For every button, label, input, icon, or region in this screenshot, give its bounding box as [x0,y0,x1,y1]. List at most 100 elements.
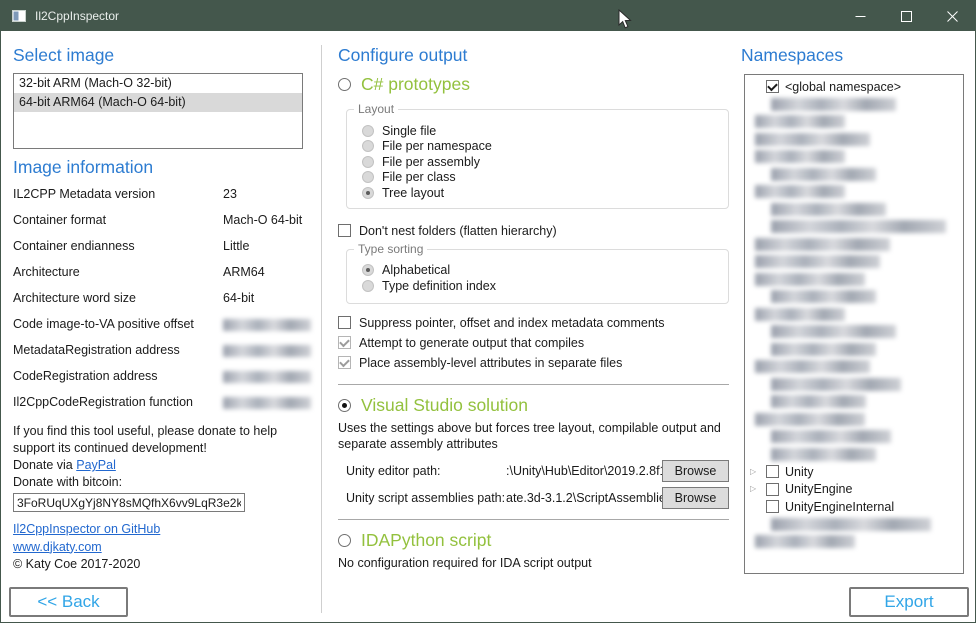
namespace-row[interactable] [745,236,963,254]
maximize-icon [901,11,912,22]
bitcoin-address-input[interactable] [13,493,245,512]
visual-studio-radio-row[interactable]: Visual Studio solution [338,394,730,418]
layout-option-radio[interactable] [362,125,374,137]
namespace-label: <global namespace> [785,80,901,94]
namespace-row[interactable] [745,393,963,411]
namespace-row[interactable] [745,201,963,219]
namespaces-list[interactable]: <global namespace> ▷Unity▷UnityEngineUnit… [744,74,964,574]
namespace-row[interactable] [745,96,963,114]
maximize-button[interactable] [883,1,929,31]
csharp-prototypes-radio[interactable] [338,78,351,91]
unity-script-assemblies-browse-button[interactable]: Browse [662,487,729,509]
output-option-checkbox[interactable] [338,336,351,349]
type-sorting-option-label: Alphabetical [382,263,450,277]
type-sorting-option-row[interactable]: Type definition index [362,278,728,294]
image-list[interactable]: 32-bit ARM (Mach-O 32-bit)64-bit ARM64 (… [13,73,303,149]
output-option-checkbox-row[interactable]: Place assembly-level attributes in separ… [338,353,730,373]
website-link[interactable]: www.djkaty.com [13,540,102,554]
redacted-namespace [755,185,845,198]
output-option-checkbox[interactable] [338,316,351,329]
layout-option-row[interactable]: File per namespace [362,139,728,155]
csharp-prototypes-radio-row[interactable]: C# prototypes [338,72,730,96]
csharp-prototypes-label: C# prototypes [361,74,470,95]
namespace-row[interactable] [745,323,963,341]
namespace-row[interactable] [745,411,963,429]
namespace-row[interactable] [745,446,963,464]
namespace-row[interactable]: <global namespace> [745,78,963,96]
redacted-namespace [755,133,870,146]
namespace-row[interactable]: ▷UnityEngine [745,481,963,499]
redacted-value [223,345,311,357]
namespace-checkbox[interactable] [766,500,779,513]
back-button[interactable]: << Back [9,587,128,617]
namespace-row[interactable] [745,253,963,271]
output-option-checkbox-row[interactable]: Suppress pointer, offset and index metad… [338,313,730,333]
layout-option-radio[interactable] [362,171,374,183]
output-option-checkbox-row[interactable]: Attempt to generate output that compiles [338,333,730,353]
namespaces-heading: Namespaces [741,45,971,66]
namespace-row[interactable] [745,533,963,551]
type-sorting-groupbox: Type sorting AlphabeticalType definition… [346,249,729,304]
namespace-row[interactable] [745,148,963,166]
layout-option-radio[interactable] [362,156,374,168]
output-option-checkbox[interactable] [338,356,351,369]
dont-nest-checkbox[interactable] [338,224,351,237]
namespace-row[interactable] [745,113,963,131]
namespace-row[interactable]: ▷Unity [745,463,963,481]
namespace-row[interactable]: UnityEngineInternal [745,498,963,516]
unity-editor-path-label: Unity editor path: [346,464,506,478]
layout-option-radio[interactable] [362,187,374,199]
redacted-namespace [771,290,876,303]
type-sorting-option-radio[interactable] [362,264,374,276]
section-divider [338,384,729,385]
donate-via-prefix: Donate via [13,458,76,472]
redacted-namespace [755,308,845,321]
namespace-row[interactable] [745,271,963,289]
close-button[interactable] [929,1,975,31]
namespace-row[interactable] [745,166,963,184]
namespace-row[interactable] [745,288,963,306]
unity-script-assemblies-path-value[interactable]: ate.3d-3.1.2\ScriptAssemblies [506,491,662,505]
namespace-row[interactable] [745,218,963,236]
namespace-row[interactable] [745,428,963,446]
dont-nest-checkbox-row[interactable]: Don't nest folders (flatten hierarchy) [338,222,730,240]
namespace-checkbox[interactable] [766,483,779,496]
image-list-item[interactable]: 32-bit ARM (Mach-O 32-bit) [14,74,302,93]
namespace-row[interactable] [745,358,963,376]
namespace-row[interactable] [745,516,963,534]
unity-editor-browse-button[interactable]: Browse [662,460,729,482]
layout-option-row[interactable]: Tree layout [362,185,728,201]
layout-option-row[interactable]: Single file [362,123,728,139]
unity-editor-path-value[interactable]: :\Unity\Hub\Editor\2019.2.8f1 [506,464,662,478]
namespace-checkbox[interactable] [766,80,779,93]
window-title: Il2CppInspector [35,9,119,23]
layout-option-row[interactable]: File per class [362,170,728,186]
image-list-item[interactable]: 64-bit ARM64 (Mach-O 64-bit) [14,93,302,112]
namespace-row[interactable] [745,376,963,394]
minimize-button[interactable] [837,1,883,31]
layout-option-row[interactable]: File per assembly [362,154,728,170]
namespace-row[interactable] [745,306,963,324]
redacted-namespace [771,430,891,443]
redacted-namespace [771,518,931,531]
visual-studio-radio[interactable] [338,399,351,412]
namespace-row[interactable] [745,341,963,359]
type-sorting-option-row[interactable]: Alphabetical [362,263,728,279]
namespace-row[interactable] [745,131,963,149]
expander-icon[interactable]: ▷ [750,483,762,495]
type-sorting-option-radio[interactable] [362,280,374,292]
paypal-link[interactable]: PayPal [76,458,116,472]
redacted-namespace [771,378,901,391]
info-row: ArchitectureARM64 [13,262,313,288]
namespace-row[interactable] [745,183,963,201]
export-button[interactable]: Export [849,587,969,617]
idapython-radio[interactable] [338,534,351,547]
idapython-radio-row[interactable]: IDAPython script [338,529,730,553]
expander-icon[interactable]: ▷ [750,466,762,478]
type-sorting-group-label: Type sorting [354,242,427,256]
layout-option-radio[interactable] [362,140,374,152]
output-option-checkboxes: Suppress pointer, offset and index metad… [338,313,730,373]
namespace-checkbox[interactable] [766,465,779,478]
mouse-cursor [618,9,632,30]
github-link[interactable]: Il2CppInspector on GitHub [13,522,160,536]
